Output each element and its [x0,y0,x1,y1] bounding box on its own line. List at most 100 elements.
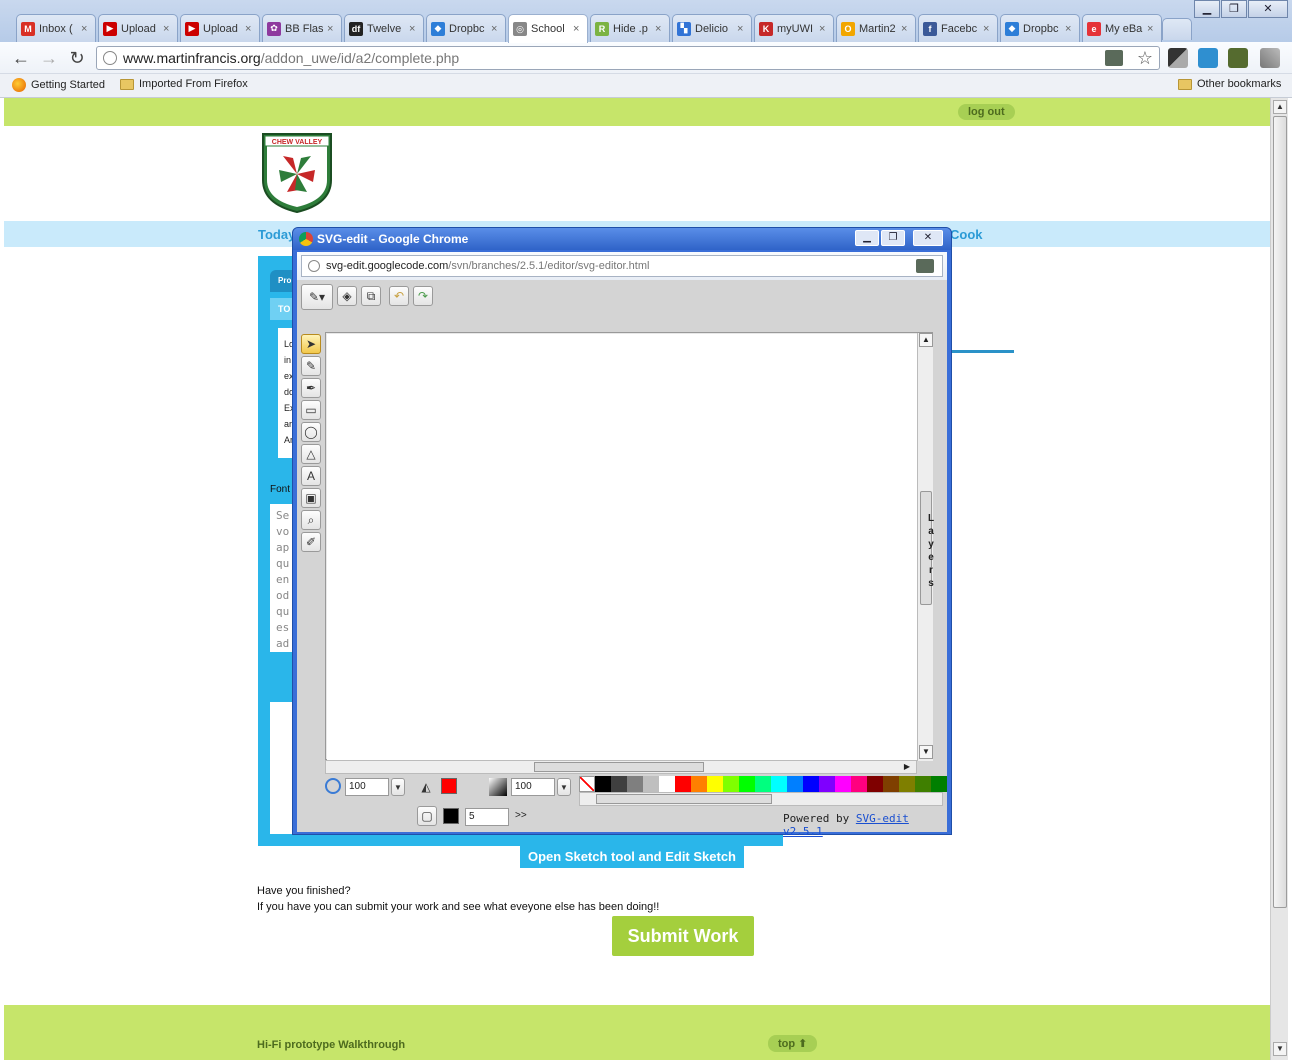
zoom-tool-icon[interactable]: ⌕ [301,510,321,530]
palette-swatch[interactable] [723,776,739,792]
browser-tab[interactable]: f Facebc × [918,14,998,42]
minimize-button[interactable]: ▁ [1194,0,1220,18]
palette-scrollbar[interactable] [579,792,943,806]
layers-tab[interactable]: Layers [923,512,939,592]
extension-icon[interactable] [1198,48,1218,68]
tab-close-icon[interactable]: × [327,23,337,35]
undo-icon[interactable]: ↶ [389,286,409,306]
popup-restore-button[interactable]: ❐ [881,230,905,246]
main-menu-button[interactable]: ✎▾ [301,284,333,310]
reload-button[interactable]: ↻ [66,47,88,69]
bookmark-star-icon[interactable]: ☆ [1137,47,1153,69]
stroke-color-swatch[interactable] [443,808,459,824]
tab-close-icon[interactable]: × [1147,23,1157,35]
no-color-swatch[interactable] [579,776,595,792]
palette-swatch[interactable] [771,776,787,792]
tab-close-icon[interactable]: × [573,23,583,35]
stroke-width-input[interactable]: 5 [465,808,509,826]
eyedropper-tool-icon[interactable]: ✐ [301,532,321,552]
fill-color-swatch[interactable] [441,778,457,794]
browser-tab[interactable]: ▶ Upload × [98,14,178,42]
tab-close-icon[interactable]: × [655,23,665,35]
palette-swatch[interactable] [659,776,675,792]
image-tool-icon[interactable]: ▣ [301,488,321,508]
browser-tab[interactable]: ◎ School × [508,14,588,43]
browser-tab[interactable]: ▶ Upload × [180,14,260,42]
tab-close-icon[interactable]: × [409,23,419,35]
scroll-down-icon[interactable]: ▼ [1273,1042,1287,1056]
ellipse-tool-icon[interactable]: ◯ [301,422,321,442]
palette-swatch[interactable] [739,776,755,792]
palette-swatch[interactable] [915,776,931,792]
scroll-down-icon[interactable]: ▼ [919,745,933,759]
palette-swatch[interactable] [851,776,867,792]
restore-button[interactable]: ❐ [1221,0,1247,18]
palette-swatch[interactable] [643,776,659,792]
palette-swatch[interactable] [883,776,899,792]
bookmark-getting-started[interactable]: Getting Started [12,78,105,92]
browser-tab[interactable]: KmyUWI × [754,14,834,42]
close-window-button[interactable]: ✕ [1248,0,1288,18]
wrench-icon[interactable] [1260,48,1280,68]
palette-swatch[interactable] [899,776,915,792]
opacity-dropdown-icon[interactable]: ▼ [557,778,571,796]
drawing-canvas[interactable] [327,334,917,760]
palette-swatch[interactable] [611,776,627,792]
select-tool-icon[interactable]: ➤ [301,334,321,354]
open-sketch-button[interactable]: Open Sketch tool and Edit Sketch [520,844,744,868]
scroll-up-icon[interactable]: ▲ [1273,100,1287,114]
bookmark-imported-folder[interactable]: Imported From Firefox [120,78,248,90]
submit-work-button[interactable]: Submit Work [612,916,754,956]
polygon-tool-icon[interactable]: △ [301,444,321,464]
popup-close-button[interactable]: ✕ [913,230,943,246]
scroll-thumb[interactable] [1273,116,1287,908]
palette-swatch[interactable] [707,776,723,792]
browser-tab[interactable]: ▚ Delicio × [672,14,752,42]
canvas-horizontal-scrollbar[interactable]: ▶ [325,760,917,774]
palette-swatch[interactable] [835,776,851,792]
browser-tab[interactable]: O Martin2 × [836,14,916,42]
palette-swatch[interactable] [787,776,803,792]
palette-swatch[interactable] [803,776,819,792]
browser-tab[interactable]: ◆ Dropbc × [426,14,506,42]
browser-tab[interactable]: ◆ Dropbc × [1000,14,1080,42]
back-button[interactable]: ← [10,47,32,69]
popup-url-box[interactable]: svg-edit.googlecode.com/svn/branches/2.5… [301,255,943,277]
zoom-dropdown-icon[interactable]: ▼ [391,778,405,796]
pencil-tool-icon[interactable]: ✎ [301,356,321,376]
bookmark-other-folder[interactable]: Other bookmarks [1178,78,1281,90]
palette-swatch[interactable] [595,776,611,792]
palette-swatch[interactable] [691,776,707,792]
more-options-button[interactable]: >> [515,810,527,821]
extension-icon[interactable] [1168,48,1188,68]
top-link[interactable]: top ⬆ [768,1035,818,1052]
palette-swatch[interactable] [755,776,771,792]
tab-close-icon[interactable]: × [81,23,91,35]
tab-close-icon[interactable]: × [737,23,747,35]
address-bar[interactable]: www.martinfrancis.org/addon_uwe/id/a2/co… [96,46,1160,70]
tab-close-icon[interactable]: × [491,23,501,35]
palette-swatch[interactable] [931,776,947,792]
new-tab-button[interactable] [1162,18,1192,40]
tab-close-icon[interactable]: × [245,23,255,35]
rect-tool-icon[interactable]: ▭ [301,400,321,420]
scroll-up-icon[interactable]: ▲ [919,333,933,347]
tab-close-icon[interactable]: × [1065,23,1075,35]
palette-swatch[interactable] [819,776,835,792]
forward-button[interactable]: → [38,47,60,69]
wireframe-icon[interactable]: ◈ [337,286,357,306]
opacity-input[interactable]: 100 [511,778,555,796]
text-tool-icon[interactable]: A [301,466,321,486]
tab-close-icon[interactable]: × [983,23,993,35]
browser-tab[interactable]: ✿ BB Flas × [262,14,342,42]
palette-swatch[interactable] [627,776,643,792]
rss-icon[interactable] [1105,50,1123,66]
pen-tool-icon[interactable]: ✒ [301,378,321,398]
docprops-icon[interactable]: ⧉ [361,286,381,306]
zoom-input[interactable]: 100 [345,778,389,796]
browser-tab[interactable]: M Inbox (× [16,14,96,42]
scroll-thumb[interactable] [534,762,704,772]
scroll-thumb[interactable] [596,794,772,804]
palette-swatch[interactable] [675,776,691,792]
tab-close-icon[interactable]: × [819,23,829,35]
